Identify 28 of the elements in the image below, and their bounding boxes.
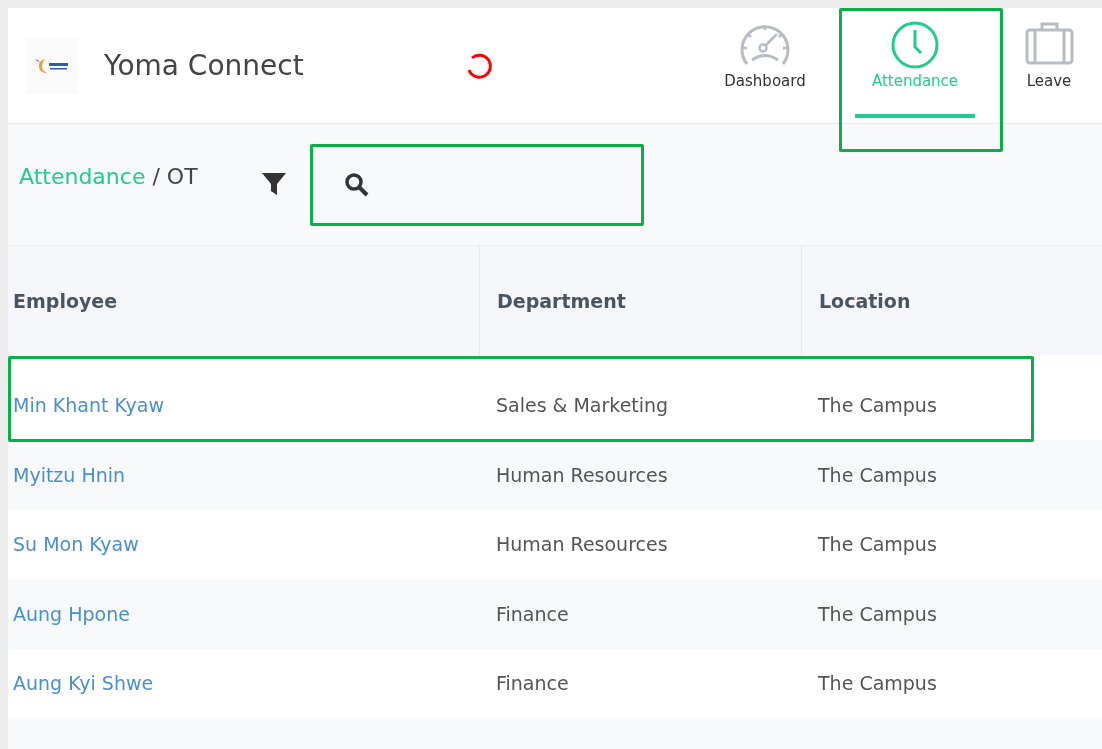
table-cell: Finance	[496, 672, 569, 695]
table-cell: The Campus	[818, 672, 937, 695]
employee-link[interactable]: Myitzu Hnin	[13, 463, 126, 486]
filter-icon[interactable]	[259, 170, 288, 198]
employee-link[interactable]: Aung Hpone	[13, 602, 130, 625]
logo-icon	[34, 56, 70, 75]
table-cell: Finance	[496, 602, 569, 625]
table-cell: Sales & Marketing	[496, 394, 669, 416]
table-cell: The Campus	[818, 463, 937, 486]
employee-link[interactable]: Min Khant Kyaw	[13, 394, 164, 416]
breadcrumb-link[interactable]: Attendance	[19, 164, 146, 189]
nav-tab[interactable]: Attendance	[826, 8, 1004, 123]
table-cell: Human Resources	[496, 463, 668, 486]
employee-link[interactable]: Su Mon Kyaw	[13, 533, 139, 556]
column-header: Department	[480, 246, 802, 355]
column-header: Employee	[8, 246, 480, 355]
table-cell: The Campus	[818, 394, 937, 416]
nav-tab[interactable]: Leave	[1004, 8, 1094, 123]
breadcrumb-current: OT	[166, 164, 198, 189]
employee-link[interactable]: Aung Kyi Shwe	[13, 672, 154, 695]
column-header: Location	[818, 288, 912, 314]
table-cell: Human Resources	[496, 533, 668, 556]
app-title: Yoma Connect	[104, 49, 304, 82]
breadcrumb-separator: /	[152, 164, 160, 189]
nav-tab[interactable]: Dashboard	[704, 8, 826, 123]
table-cell: The Campus	[818, 602, 937, 625]
table-cell: The Campus	[818, 533, 937, 556]
search-icon	[343, 172, 370, 198]
